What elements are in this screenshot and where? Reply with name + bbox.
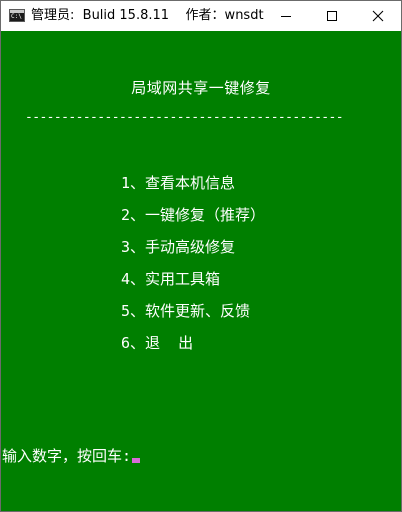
input-prompt[interactable]: 输入数字，按回车: [2, 447, 141, 465]
menu-item-one-click-repair: 2、一键修复（推荐） [121, 206, 266, 224]
console-icon: C:\ [9, 9, 25, 22]
menu-item-update-feedback: 5、软件更新、反馈 [121, 302, 251, 320]
minimize-icon [281, 16, 291, 17]
close-button[interactable] [355, 1, 401, 31]
window-title: 管理员: Bulid 15.8.11 作者：wnsdt [31, 8, 264, 23]
menu-item-toolbox: 4、实用工具箱 [121, 270, 221, 288]
console-area[interactable]: 局域网共享一键修复 ------------------------------… [1, 31, 401, 511]
menu-item-view-info: 1、查看本机信息 [121, 174, 236, 192]
text-cursor [132, 457, 141, 463]
menu-list: 1、查看本机信息 2、一键修复（推荐） 3、手动高级修复 4、实用工具箱 5、软… [121, 174, 391, 366]
menu-item-manual-repair: 3、手动高级修复 [121, 238, 236, 256]
maximize-button[interactable] [309, 1, 355, 31]
title-bar[interactable]: C:\ 管理员: Bulid 15.8.11 作者：wnsdt [1, 1, 401, 31]
console-header-title: 局域网共享一键修复 [131, 79, 271, 97]
input-prompt-label: 输入数字，按回车: [2, 447, 132, 465]
console-window: C:\ 管理员: Bulid 15.8.11 作者：wnsdt 局域网共享一键修… [0, 0, 402, 512]
console-divider: ----------------------------------------… [25, 111, 344, 125]
minimize-button[interactable] [263, 1, 309, 31]
close-icon [372, 10, 384, 22]
maximize-icon [327, 11, 337, 21]
console-icon-text: C:\ [11, 13, 22, 20]
menu-item-exit: 6、退 出 [121, 334, 194, 352]
